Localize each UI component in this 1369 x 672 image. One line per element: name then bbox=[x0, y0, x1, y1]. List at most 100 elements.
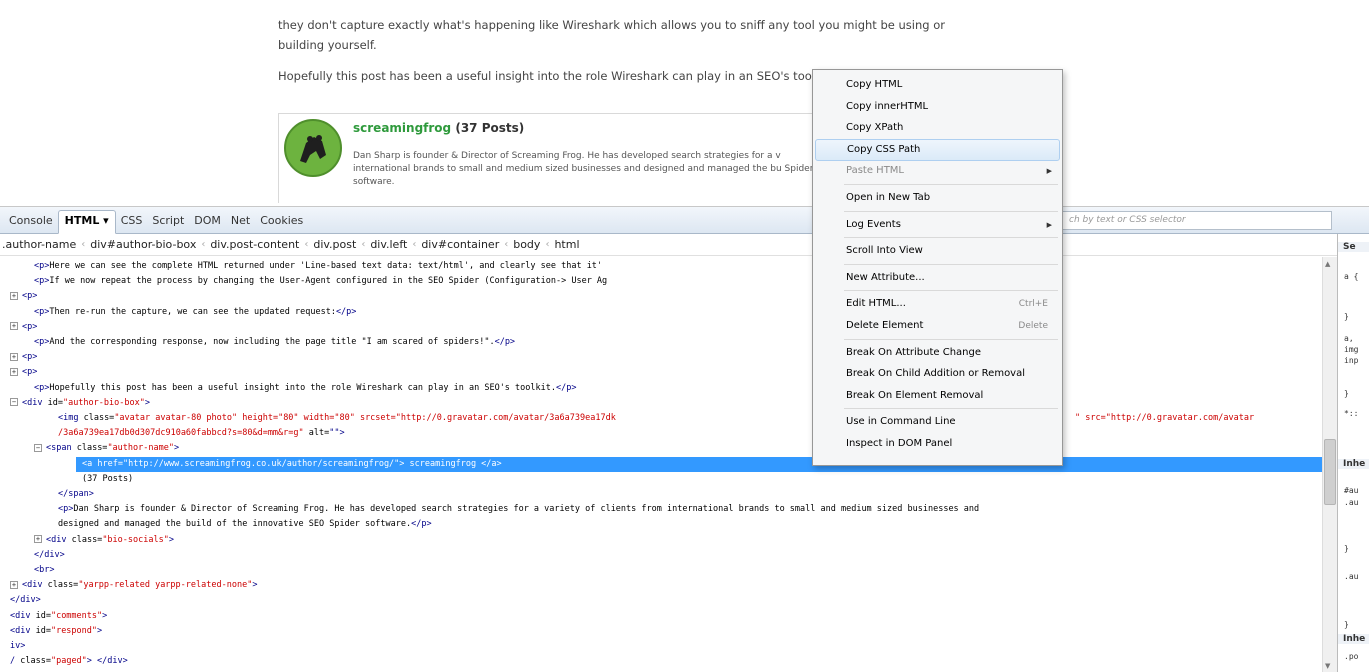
tab-html[interactable]: HTML ▾ bbox=[57, 210, 116, 234]
menu-item-copy-xpath[interactable]: Copy XPath bbox=[815, 117, 1060, 139]
expand-toggle-icon[interactable]: + bbox=[10, 291, 18, 300]
expand-toggle-icon[interactable]: + bbox=[10, 352, 18, 361]
menu-item-copy-innerhtml[interactable]: Copy innerHTML bbox=[815, 96, 1060, 118]
collapse-toggle-icon[interactable]: − bbox=[34, 443, 42, 452]
text-node: If we now repeat the process by changing… bbox=[49, 276, 608, 287]
breadcrumb-item[interactable]: div#container bbox=[419, 238, 501, 251]
menu-item-log-events[interactable]: Log Events ▶ bbox=[815, 214, 1060, 236]
scroll-thumb[interactable] bbox=[1324, 439, 1336, 505]
html-node-line[interactable]: <br> bbox=[34, 563, 54, 578]
menu-item-edit-html[interactable]: Edit HTML... Ctrl+E bbox=[815, 293, 1060, 315]
tab-net[interactable]: Net bbox=[226, 209, 255, 232]
tab-script[interactable]: Script bbox=[147, 209, 189, 232]
html-node-line[interactable]: </div> bbox=[34, 548, 65, 563]
html-node-line[interactable]: + <p> bbox=[10, 350, 37, 365]
menu-item-break-on-attribute-change[interactable]: Break On Attribute Change bbox=[815, 342, 1060, 364]
attr-name: href= bbox=[97, 458, 123, 469]
tag-text: <a bbox=[82, 458, 98, 469]
tag-text: <span bbox=[46, 443, 77, 454]
menu-item-new-attribute[interactable]: New Attribute... bbox=[815, 267, 1060, 289]
html-node-line[interactable]: <div id="comments"> bbox=[10, 609, 107, 624]
html-node-line[interactable]: <p>Here we can see the complete HTML ret… bbox=[34, 259, 602, 274]
menu-item-label: Copy HTML bbox=[846, 79, 903, 90]
style-side-panel: Se a {} a, img inp} *:: Inhe #au .au} .au} Inhe .po bbox=[1337, 234, 1369, 672]
css-rule-text: *:: bbox=[1344, 409, 1359, 418]
html-node-line[interactable]: designed and managed the build of the in… bbox=[58, 517, 432, 532]
html-node-line[interactable]: /3a6a739ea17db0d307dc910a60fabbcd?s=80&d… bbox=[58, 426, 345, 441]
author-link[interactable]: screamingfrog bbox=[353, 121, 451, 135]
menu-item-label: Paste HTML bbox=[846, 165, 904, 177]
menu-shortcut: Ctrl+E bbox=[1018, 299, 1048, 310]
html-node-line[interactable]: <p>If we now repeat the process by chang… bbox=[34, 274, 607, 289]
tab-cookies[interactable]: Cookies bbox=[255, 209, 308, 232]
tag-text: </span> bbox=[58, 489, 94, 499]
menu-item-break-on-element-removal[interactable]: Break On Element Removal bbox=[815, 385, 1060, 407]
search-input[interactable]: ch by text or CSS selector bbox=[1062, 211, 1332, 230]
side-section-header: Inhe bbox=[1338, 459, 1369, 469]
breadcrumb-item[interactable]: .author-name bbox=[0, 238, 78, 251]
breadcrumb-item[interactable]: div.post-content bbox=[208, 238, 301, 251]
menu-separator bbox=[844, 408, 1058, 410]
breadcrumb-item[interactable]: html bbox=[552, 238, 581, 251]
html-node-line[interactable]: − <span class="author-name"> bbox=[34, 441, 179, 456]
html-node-line[interactable]: </span> bbox=[58, 487, 94, 502]
tab-css[interactable]: CSS bbox=[116, 209, 148, 232]
attr-name: class= bbox=[20, 656, 51, 667]
html-node-line[interactable]: <p>Dan Sharp is founder & Director of Sc… bbox=[58, 502, 979, 517]
menu-item-inspect-in-dom-panel[interactable]: Inspect in DOM Panel bbox=[815, 433, 1060, 455]
html-node-line[interactable]: <p>Then re-run the capture, we can see t… bbox=[34, 305, 356, 320]
menu-item-scroll-into-view[interactable]: Scroll Into View bbox=[815, 240, 1060, 262]
menu-item-copy-css-path[interactable]: Copy CSS Path bbox=[815, 138, 1060, 161]
html-node-line[interactable]: (37 Posts) bbox=[82, 472, 133, 487]
attr-value: "paged" bbox=[50, 656, 87, 667]
tag-text: <p> bbox=[22, 291, 38, 302]
expand-toggle-icon[interactable]: + bbox=[10, 367, 18, 376]
scroll-down-icon[interactable]: ▼ bbox=[1325, 662, 1330, 670]
expand-toggle-icon[interactable]: + bbox=[34, 535, 42, 544]
tag-text: </div> bbox=[34, 549, 65, 560]
expand-toggle-icon[interactable]: + bbox=[10, 580, 18, 589]
menu-item-label: Delete Element bbox=[846, 320, 924, 331]
menu-item-use-in-command-line[interactable]: Use in Command Line bbox=[815, 411, 1060, 433]
html-node-line[interactable]: − <div id="author-bio-box"> bbox=[10, 396, 150, 411]
html-node-line[interactable]: <p>Hopefully this post has been a useful… bbox=[34, 381, 576, 396]
tag-text: > bbox=[144, 397, 150, 408]
breadcrumb-item[interactable]: body bbox=[511, 238, 542, 251]
html-node-line[interactable]: <div id="respond"> bbox=[10, 624, 102, 639]
scroll-up-icon[interactable]: ▲ bbox=[1325, 260, 1330, 268]
menu-item-paste-html: Paste HTML ▶ bbox=[815, 160, 1060, 182]
css-rule-text: } bbox=[1344, 544, 1349, 553]
html-node-line[interactable]: + <p> bbox=[10, 289, 37, 304]
menu-item-break-on-child-addition-or-removal[interactable]: Break On Child Addition or Removal bbox=[815, 363, 1060, 385]
tag-text: ""> bbox=[329, 428, 345, 439]
html-node-line[interactable]: + <p> bbox=[10, 320, 37, 335]
tab-console[interactable]: Console bbox=[4, 209, 58, 232]
tag-text: <div bbox=[10, 610, 36, 621]
html-node-line[interactable]: + <p> bbox=[10, 365, 37, 380]
html-node-line[interactable]: + <div class="yarpp-related yarpp-related… bbox=[10, 578, 257, 593]
breadcrumb: .author-name ‹ div#author-bio-box ‹ div.post… bbox=[0, 234, 1337, 256]
breadcrumb-item[interactable]: div.post bbox=[311, 238, 358, 251]
collapse-toggle-icon[interactable]: − bbox=[10, 398, 18, 407]
menu-item-delete-element[interactable]: Delete Element Delete bbox=[815, 315, 1060, 337]
html-node-line[interactable]: </div> bbox=[10, 593, 41, 608]
tag-text: <p> bbox=[34, 382, 50, 393]
tab-dom[interactable]: DOM bbox=[189, 209, 226, 232]
html-node-line[interactable]: iv> bbox=[10, 639, 25, 654]
tag-text: </p> bbox=[494, 337, 516, 347]
html-node-line[interactable]: <p>And the corresponding response, now i… bbox=[34, 335, 515, 350]
html-node-line[interactable]: / class="paged"> </div> bbox=[10, 654, 128, 669]
post-count: (37 Posts) bbox=[455, 121, 525, 135]
menu-item-label: Copy CSS Path bbox=[847, 143, 921, 155]
breadcrumb-item[interactable]: div.left bbox=[368, 238, 409, 251]
menu-item-open-in-new-tab[interactable]: Open in New Tab bbox=[815, 187, 1060, 209]
menu-item-copy-html[interactable]: Copy HTML bbox=[815, 74, 1060, 96]
scrollbar[interactable]: ▲ ▼ bbox=[1322, 257, 1337, 672]
html-node-line[interactable]: <img class="avatar avatar-80 photo" heig… bbox=[58, 411, 1254, 426]
breadcrumb-item[interactable]: div#author-bio-box bbox=[88, 238, 198, 251]
attr-name: class= bbox=[83, 413, 115, 423]
html-node-line[interactable]: <a href="http://www.screamingfrog.co.uk/… bbox=[76, 456, 1322, 472]
expand-toggle-icon[interactable]: + bbox=[10, 322, 18, 331]
html-node-line[interactable]: + <div class="bio-socials"> bbox=[34, 533, 174, 548]
menu-item-label: Break On Element Removal bbox=[846, 389, 984, 401]
